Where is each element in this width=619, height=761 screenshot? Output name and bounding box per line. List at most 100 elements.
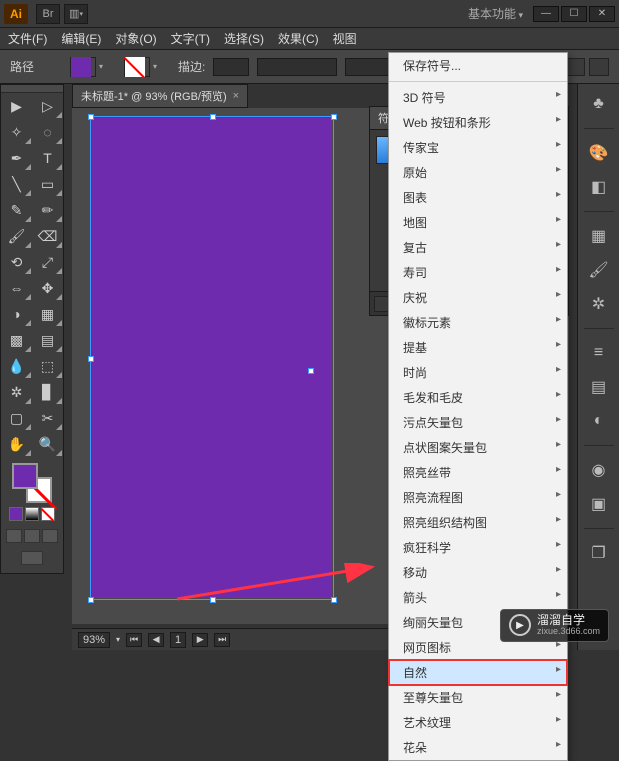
rectangle-tool[interactable]: ▭ bbox=[32, 171, 63, 197]
swatches-panel-icon[interactable]: ▦ bbox=[587, 224, 611, 248]
minimize-button[interactable]: — bbox=[533, 6, 559, 22]
menu-object[interactable]: 对象(O) bbox=[115, 30, 156, 47]
menu-item-library[interactable]: 疯狂科学 bbox=[389, 535, 567, 560]
layers-panel-icon[interactable]: ❐ bbox=[587, 541, 611, 565]
menu-select[interactable]: 选择(S) bbox=[224, 30, 264, 47]
workspace-switcher[interactable]: 基本功能 bbox=[468, 5, 523, 22]
fill-stroke-swatch[interactable] bbox=[12, 463, 52, 503]
draw-inside-icon[interactable] bbox=[42, 529, 58, 543]
draw-behind-icon[interactable] bbox=[24, 529, 40, 543]
menu-effect[interactable]: 效果(C) bbox=[278, 30, 319, 47]
gradient-mode-icon[interactable] bbox=[25, 507, 39, 521]
menu-edit[interactable]: 编辑(E) bbox=[61, 30, 101, 47]
sel-handle-center[interactable] bbox=[308, 368, 314, 374]
lasso-tool[interactable]: ◌ bbox=[32, 119, 63, 145]
arrange-docs-button[interactable]: ▥▾ bbox=[64, 4, 88, 24]
sel-handle-bl[interactable] bbox=[88, 597, 94, 603]
menu-item-library[interactable]: 提基 bbox=[389, 335, 567, 360]
bridge-button[interactable]: Br bbox=[36, 4, 60, 24]
menu-item-library[interactable]: 污点矢量包 bbox=[389, 410, 567, 435]
menu-type[interactable]: 文字(T) bbox=[171, 30, 210, 47]
brushes-panel-icon[interactable]: 🖌 bbox=[587, 258, 611, 282]
brush-def-dropdown[interactable] bbox=[257, 58, 337, 76]
artboard-tool[interactable]: ▢ bbox=[1, 405, 32, 431]
menu-item-library[interactable]: 移动 bbox=[389, 560, 567, 585]
menu-file[interactable]: 文件(F) bbox=[8, 30, 47, 47]
appearance-panel-icon[interactable]: ◉ bbox=[587, 458, 611, 482]
menu-item-library[interactable]: 原始 bbox=[389, 160, 567, 185]
sel-handle-br[interactable] bbox=[331, 597, 337, 603]
sel-handle-bc[interactable] bbox=[210, 597, 216, 603]
graphic-styles-panel-icon[interactable]: ▣ bbox=[587, 492, 611, 516]
menu-item-library[interactable]: 寿司 bbox=[389, 260, 567, 285]
stroke-weight-input[interactable] bbox=[213, 58, 249, 76]
transparency-panel-icon[interactable]: ◐ bbox=[587, 409, 611, 433]
blob-brush-tool[interactable]: 🖌 bbox=[1, 223, 32, 249]
pencil-tool[interactable]: ✏ bbox=[32, 197, 63, 223]
gradient-tool[interactable]: ▤ bbox=[32, 327, 63, 353]
fill-color-icon[interactable] bbox=[12, 463, 38, 489]
menu-item-library[interactable]: Web 按钮和条形 bbox=[389, 110, 567, 135]
graph-tool[interactable]: ▊ bbox=[32, 379, 63, 405]
tools-grip[interactable] bbox=[1, 85, 63, 93]
menu-item-library[interactable]: 毛发和毛皮 bbox=[389, 385, 567, 410]
menu-item-library[interactable]: 至尊矢量包 bbox=[389, 685, 567, 710]
stroke-panel-icon[interactable]: ≡ bbox=[587, 341, 611, 365]
sel-handle-tc[interactable] bbox=[210, 114, 216, 120]
menu-save-symbols[interactable]: 保存符号... bbox=[389, 53, 567, 78]
type-tool[interactable]: T bbox=[32, 145, 63, 171]
artboard-number[interactable]: 1 bbox=[170, 632, 186, 648]
menu-item-library[interactable]: 花朵 bbox=[389, 735, 567, 760]
panel-toggle-3[interactable] bbox=[589, 58, 609, 76]
color-mode-icon[interactable] bbox=[9, 507, 23, 521]
sel-handle-ml[interactable] bbox=[88, 356, 94, 362]
hand-tool[interactable]: ✋ bbox=[1, 431, 32, 457]
menu-item-library[interactable]: 复古 bbox=[389, 235, 567, 260]
zoom-level[interactable]: 93% bbox=[78, 632, 110, 648]
zoom-tool[interactable]: 🔍 bbox=[32, 431, 63, 457]
sel-handle-tl[interactable] bbox=[88, 114, 94, 120]
menu-item-library[interactable]: 传家宝 bbox=[389, 135, 567, 160]
blend-tool[interactable]: ⬚ bbox=[32, 353, 63, 379]
panel-icon-info[interactable]: ♣ bbox=[587, 92, 611, 116]
perspective-tool[interactable]: ▦ bbox=[32, 301, 63, 327]
shape-builder-tool[interactable]: ◑ bbox=[1, 301, 32, 327]
last-artboard-button[interactable]: ⏭ bbox=[214, 633, 230, 647]
fill-swatch[interactable] bbox=[70, 57, 96, 77]
menu-item-library[interactable]: 箭头 bbox=[389, 585, 567, 610]
width-tool[interactable]: ⇔ bbox=[1, 275, 32, 301]
close-tab-icon[interactable]: × bbox=[233, 90, 239, 102]
magic-wand-tool[interactable]: ✧ bbox=[1, 119, 32, 145]
close-window-button[interactable]: ✕ bbox=[589, 6, 615, 22]
rotate-tool[interactable]: ⟲ bbox=[1, 249, 32, 275]
first-artboard-button[interactable]: ⏮ bbox=[126, 633, 142, 647]
screen-mode-button[interactable] bbox=[21, 551, 43, 565]
maximize-button[interactable]: ☐ bbox=[561, 6, 587, 22]
free-transform-tool[interactable]: ✥ bbox=[32, 275, 63, 301]
menu-item-library[interactable]: 地图 bbox=[389, 210, 567, 235]
menu-item-library[interactable]: 照亮丝带 bbox=[389, 460, 567, 485]
none-mode-icon[interactable] bbox=[41, 507, 55, 521]
paintbrush-tool[interactable]: ✎ bbox=[1, 197, 32, 223]
gradient-panel-icon[interactable]: ▤ bbox=[587, 375, 611, 399]
direct-selection-tool[interactable]: ▷ bbox=[32, 93, 63, 119]
symbol-sprayer-tool[interactable]: ✲ bbox=[1, 379, 32, 405]
pen-tool[interactable]: ✒ bbox=[1, 145, 32, 171]
prev-artboard-button[interactable]: ◀ bbox=[148, 633, 164, 647]
menu-item-library[interactable]: 照亮组织结构图 bbox=[389, 510, 567, 535]
slice-tool[interactable]: ✂ bbox=[32, 405, 63, 431]
menu-item-library[interactable]: 徽标元素 bbox=[389, 310, 567, 335]
menu-item-library[interactable]: 庆祝 bbox=[389, 285, 567, 310]
symbols-panel-icon[interactable]: ✲ bbox=[587, 292, 611, 316]
sel-handle-tr[interactable] bbox=[331, 114, 337, 120]
menu-item-library[interactable]: 点状图案矢量包 bbox=[389, 435, 567, 460]
panel-toggle-2[interactable] bbox=[565, 58, 585, 76]
menu-item-library[interactable]: 艺术纹理 bbox=[389, 710, 567, 735]
mesh-tool[interactable]: ▩ bbox=[1, 327, 32, 353]
document-tab[interactable]: 未标题-1* @ 93% (RGB/预览) × bbox=[72, 84, 248, 108]
color-panel-icon[interactable]: 🎨 bbox=[587, 141, 611, 165]
menu-view[interactable]: 视图 bbox=[333, 30, 357, 47]
menu-item-library[interactable]: 时尚 bbox=[389, 360, 567, 385]
stroke-swatch[interactable] bbox=[124, 57, 150, 77]
scale-tool[interactable]: ⤢ bbox=[32, 249, 63, 275]
